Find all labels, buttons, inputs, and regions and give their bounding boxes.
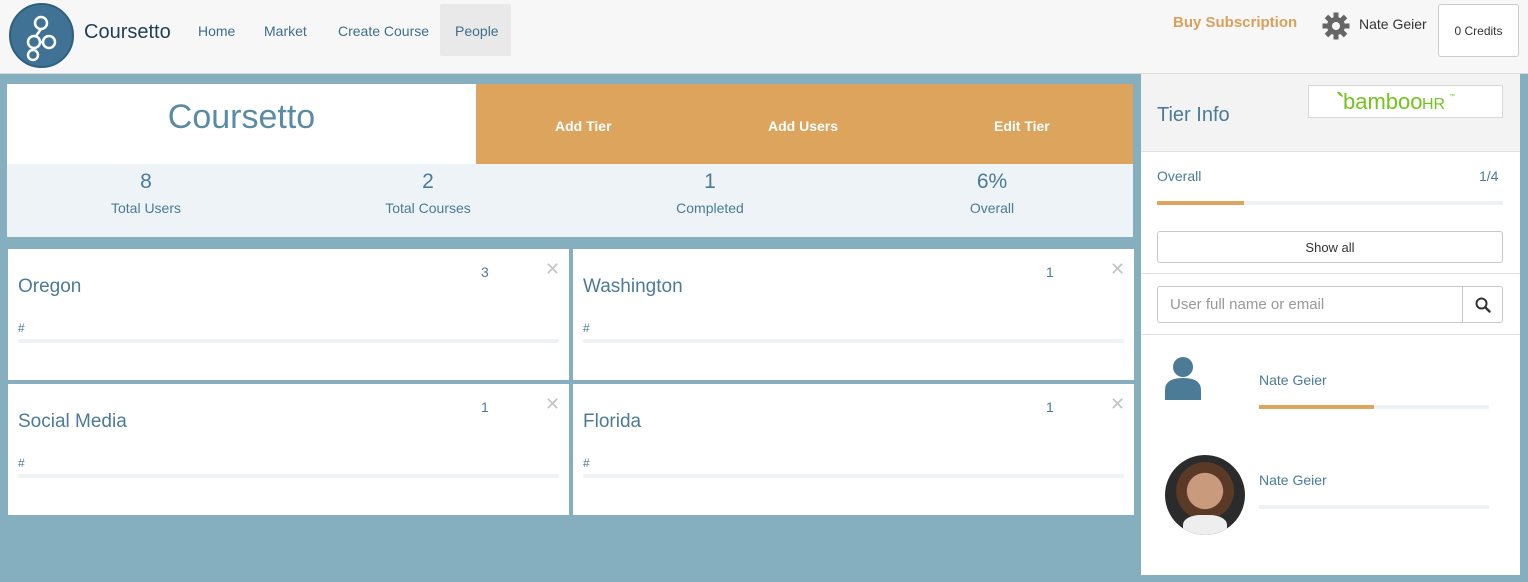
tier-card-florida[interactable]: Florida 1 ✕ # <box>573 384 1134 515</box>
user-progress-fill <box>1259 405 1374 409</box>
tier-name[interactable]: Florida <box>583 411 641 433</box>
overall-progress-bar <box>1157 201 1503 205</box>
bamboohr-logo: bamboo HR ™ <box>1308 85 1503 118</box>
tier-hash: # <box>583 321 590 335</box>
stat-label: Completed <box>676 200 744 216</box>
brand-name[interactable]: Coursetto <box>84 21 171 44</box>
add-tier-button[interactable]: Add Tier <box>555 118 612 134</box>
credits-button[interactable]: 0 Credits <box>1438 4 1519 57</box>
tier-user-count: 1 <box>481 399 489 415</box>
tier-user-count: 1 <box>1046 264 1054 280</box>
svg-text:bamboo: bamboo <box>1343 89 1423 114</box>
tier-info-sidebar: Tier Info bamboo HR ™ Overall 1/4 Show a… <box>1141 74 1520 575</box>
close-icon[interactable]: ✕ <box>545 394 560 415</box>
tier-name[interactable]: Washington <box>583 276 683 298</box>
nav-market-link[interactable]: Market <box>249 4 322 56</box>
nav-create-course-link[interactable]: Create Course <box>323 4 444 56</box>
stat-overall: 6% Overall <box>892 170 1092 216</box>
tier-summary-panel: Coursetto Add Tier Add Users Edit Tier 8… <box>7 84 1133 237</box>
top-navbar: Coursetto Home Market Create Course Peop… <box>0 0 1528 74</box>
svg-text:HR: HR <box>1422 96 1445 113</box>
user-silhouette-icon <box>1163 356 1203 405</box>
user-search-input[interactable]: User full name or email <box>1157 286 1463 323</box>
avatar <box>1165 455 1245 535</box>
tier-progress-bar <box>583 474 1124 478</box>
close-icon[interactable]: ✕ <box>545 259 560 280</box>
stat-label: Overall <box>969 200 1015 216</box>
nav-home-link[interactable]: Home <box>183 4 250 56</box>
overall-fraction: 1/4 <box>1479 168 1499 184</box>
tier-hash: # <box>18 321 25 335</box>
show-all-button[interactable]: Show all <box>1157 231 1503 263</box>
divider <box>1141 273 1520 274</box>
sidebar-title: Tier Info <box>1157 104 1230 126</box>
stat-value: 2 <box>422 170 434 193</box>
close-icon[interactable]: ✕ <box>1110 259 1125 280</box>
close-icon[interactable]: ✕ <box>1110 394 1125 415</box>
tier-action-bar: Add Tier Add Users Edit Tier <box>476 84 1133 164</box>
sidebar-header: Tier Info bamboo HR ™ <box>1141 74 1520 152</box>
svg-text:™: ™ <box>1449 93 1455 100</box>
tier-hash: # <box>583 456 590 470</box>
tier-card-social-media[interactable]: Social Media 1 ✕ # <box>8 384 569 515</box>
tier-hash: # <box>18 456 25 470</box>
overall-label: Overall <box>1157 168 1202 184</box>
stat-value: 6% <box>976 170 1008 193</box>
nav-people-link[interactable]: People <box>440 4 511 56</box>
tier-card-oregon[interactable]: Oregon 3 ✕ # <box>8 249 569 380</box>
user-progress-bar <box>1259 505 1489 509</box>
tier-user-count: 1 <box>1046 399 1054 415</box>
tier-progress-bar <box>18 339 559 343</box>
tier-name[interactable]: Oregon <box>18 276 81 298</box>
user-list-name[interactable]: Nate Geier <box>1259 372 1327 388</box>
stat-value: 1 <box>704 170 716 193</box>
tier-card-washington[interactable]: Washington 1 ✕ # <box>573 249 1134 380</box>
tier-progress-bar <box>18 474 559 478</box>
user-menu-name[interactable]: Nate Geier <box>1359 16 1427 32</box>
divider <box>1141 334 1520 335</box>
stat-completed: 1 Completed <box>610 170 810 216</box>
summary-title: Coursetto <box>167 98 316 136</box>
gear-icon[interactable] <box>1321 11 1351 46</box>
summary-title-box: Coursetto <box>7 84 476 164</box>
stat-total-users: 8 Total Users <box>46 170 246 216</box>
buy-subscription-link[interactable]: Buy Subscription <box>1173 14 1297 31</box>
overall-progress-fill <box>1157 201 1244 205</box>
tier-progress-bar <box>583 339 1124 343</box>
stat-total-courses: 2 Total Courses <box>328 170 528 216</box>
search-button[interactable] <box>1462 286 1503 323</box>
tier-user-count: 3 <box>481 264 489 280</box>
user-progress-bar <box>1259 405 1489 409</box>
coursetto-logo-icon[interactable] <box>9 3 74 68</box>
add-users-button[interactable]: Add Users <box>768 118 838 134</box>
stat-label: Total Courses <box>385 200 471 216</box>
edit-tier-button[interactable]: Edit Tier <box>994 118 1050 134</box>
user-list-name[interactable]: Nate Geier <box>1259 472 1327 488</box>
stat-label: Total Users <box>110 200 182 216</box>
tier-name[interactable]: Social Media <box>18 411 127 433</box>
search-icon <box>1475 297 1491 313</box>
stat-value: 8 <box>140 170 152 193</box>
